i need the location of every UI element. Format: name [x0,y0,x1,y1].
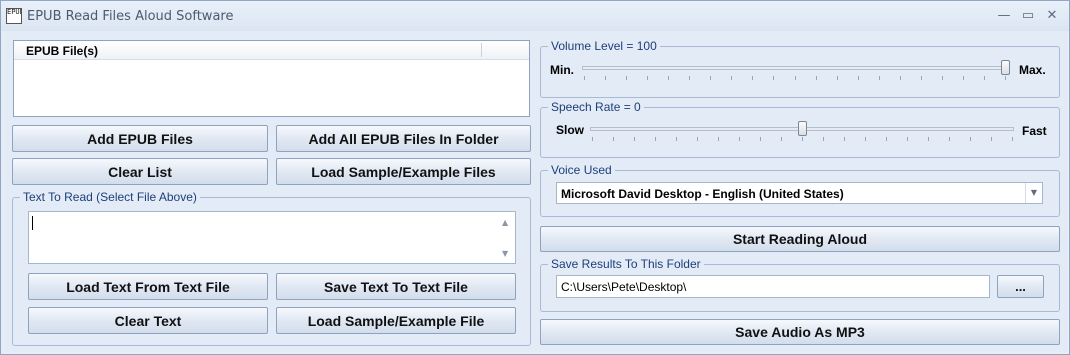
slider-tick [837,76,838,80]
voice-group: Voice Used Microsoft David Desktop - Eng… [540,163,1060,217]
slider-tick [802,137,803,141]
title-bar: EPUB EPUB Read Files Aloud Software — ▭ … [1,1,1069,31]
load-text-button[interactable]: Load Text From Text File [28,273,268,300]
text-caret [32,216,33,230]
slider-tick [879,76,880,80]
window-title: EPUB Read Files Aloud Software [27,9,234,24]
slider-tick [858,76,859,80]
volume-slider-track[interactable] [582,66,1007,70]
add-epub-files-button[interactable]: Add EPUB Files [12,125,268,152]
text-to-read-label: Text To Read (Select File Above) [20,190,200,204]
slider-tick [584,76,585,80]
slider-tick [921,76,922,80]
slider-tick [676,137,677,141]
slider-tick [781,137,782,141]
slider-tick [865,137,866,141]
slider-tick [626,76,627,80]
slider-tick [970,137,971,141]
browse-folder-button[interactable]: ... [997,275,1044,298]
volume-max-label: Max. [1019,63,1046,77]
slider-tick [710,76,711,80]
slider-tick [900,76,901,80]
scroll-up-icon[interactable]: ▲ [502,218,508,227]
slider-tick [760,137,761,141]
slider-tick [1005,76,1006,80]
slider-tick [731,76,732,80]
text-scrollbar[interactable]: ▲ ▼ [498,212,515,263]
close-button[interactable]: ✕ [1041,7,1063,25]
speech-rate-slider-thumb[interactable] [798,121,807,136]
slider-tick [655,137,656,141]
slider-tick [613,137,614,141]
slider-tick [668,76,669,80]
slider-tick [689,76,690,80]
speech-fast-label: Fast [1022,124,1047,138]
slider-tick [752,76,753,80]
clear-text-button[interactable]: Clear Text [28,307,268,334]
epub-file-list[interactable]: EPUB File(s) [13,40,530,117]
scroll-down-icon[interactable]: ▼ [502,249,508,258]
slider-tick [605,76,606,80]
speech-rate-group: Speech Rate = 0 Slow Fast [540,100,1060,158]
file-list-header[interactable]: EPUB File(s) [14,41,529,60]
file-list-column-label: EPUB File(s) [26,44,99,58]
voice-selected-value: Microsoft David Desktop - English (Unite… [561,187,844,201]
slider-tick [844,137,845,141]
slider-tick [634,137,635,141]
text-to-read-group: Text To Read (Select File Above) ▲ ▼ Loa… [12,190,531,346]
slider-tick [984,76,985,80]
save-text-button[interactable]: Save Text To Text File [276,273,516,300]
slider-tick [592,137,593,141]
start-reading-button[interactable]: Start Reading Aloud [540,226,1060,252]
slider-tick [963,76,964,80]
volume-level-label: Volume Level = 100 [548,39,660,53]
clear-list-button[interactable]: Clear List [12,158,268,185]
slider-tick [647,76,648,80]
volume-min-label: Min. [550,63,574,77]
save-folder-path-field[interactable]: C:\Users\Pete\Desktop\ [556,275,990,298]
text-to-read-field[interactable]: ▲ ▼ [28,211,516,264]
slider-tick [823,137,824,141]
save-folder-label: Save Results To This Folder [548,257,704,271]
slider-tick [718,137,719,141]
speech-rate-label: Speech Rate = 0 [548,100,644,114]
slider-tick [816,76,817,80]
slider-tick [907,137,908,141]
slider-tick [886,137,887,141]
add-folder-button[interactable]: Add All EPUB Files In Folder [276,125,531,152]
slider-tick [942,76,943,80]
voice-select[interactable]: Microsoft David Desktop - English (Unite… [556,182,1043,204]
slider-tick [795,76,796,80]
slider-tick [739,137,740,141]
slider-tick [1012,137,1013,141]
chevron-down-icon[interactable]: ▼ [1025,183,1042,203]
load-sample-files-button[interactable]: Load Sample/Example Files [276,158,531,185]
volume-slider-thumb[interactable] [1001,60,1010,75]
load-sample-file-button[interactable]: Load Sample/Example File [276,307,516,334]
app-window: EPUB EPUB Read Files Aloud Software — ▭ … [0,0,1070,355]
client-area: EPUB File(s) Add EPUB Files Add All EPUB… [5,31,1067,352]
epub-app-icon: EPUB [6,8,22,24]
volume-group: Volume Level = 100 Min. Max. [540,39,1060,98]
save-folder-path: C:\Users\Pete\Desktop\ [561,280,687,294]
slider-tick [773,76,774,80]
save-audio-mp3-button[interactable]: Save Audio As MP3 [540,319,1060,345]
slider-tick [697,137,698,141]
maximize-button[interactable]: ▭ [1017,7,1039,25]
slider-tick [928,137,929,141]
slider-tick [991,137,992,141]
column-divider[interactable] [481,43,482,57]
save-folder-group: Save Results To This Folder C:\Users\Pet… [540,257,1060,312]
voice-used-label: Voice Used [548,163,615,177]
slider-tick [949,137,950,141]
speech-slow-label: Slow [556,123,585,137]
minimize-button[interactable]: — [993,7,1015,25]
